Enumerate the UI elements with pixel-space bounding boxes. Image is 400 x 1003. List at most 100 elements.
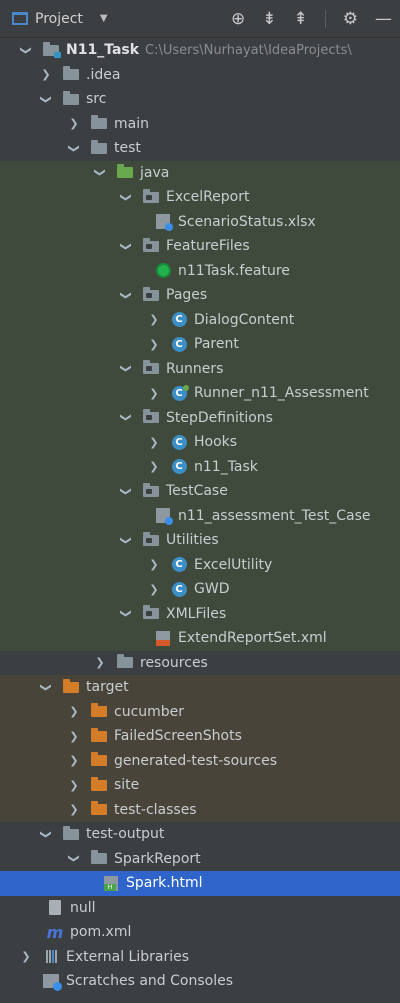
package-icon — [142, 237, 160, 253]
project-tree: ❯ N11_Task C:\Users\Nurhayat\IdeaProject… — [0, 38, 400, 994]
tree-node-scenariostatus[interactable]: ScenarioStatus.xlsx — [0, 209, 400, 234]
locate-icon[interactable]: ⊕ — [231, 9, 245, 29]
expand-arrow-icon[interactable]: ❯ — [120, 483, 133, 499]
collapse-all-icon[interactable]: ⇞ — [294, 9, 308, 29]
tree-node-project-root[interactable]: ❯ N11_Task C:\Users\Nurhayat\IdeaProject… — [0, 38, 400, 63]
tree-node-target[interactable]: ❯ target — [0, 675, 400, 700]
runnable-class-icon: C — [170, 385, 188, 401]
tree-node-testclasses[interactable]: ❯ test-classes — [0, 797, 400, 822]
expand-arrow-icon[interactable]: ❯ — [66, 779, 82, 792]
project-view-selector[interactable]: Project ▼ — [12, 11, 108, 27]
expand-arrow-icon[interactable]: ❯ — [146, 436, 162, 449]
folder-icon — [62, 825, 80, 841]
tree-node-resources[interactable]: ❯ resources — [0, 651, 400, 676]
tree-node-cucumber[interactable]: ❯ cucumber — [0, 699, 400, 724]
expand-arrow-icon[interactable]: ❯ — [40, 679, 53, 695]
expand-arrow-icon[interactable]: ❯ — [120, 361, 133, 377]
expand-arrow-icon[interactable]: ❯ — [120, 287, 133, 303]
package-icon — [142, 482, 160, 498]
tree-node-pages[interactable]: ❯ Pages — [0, 283, 400, 308]
tree-node-src[interactable]: ❯ src — [0, 87, 400, 112]
package-icon — [142, 286, 160, 302]
expand-arrow-icon[interactable]: ❯ — [40, 91, 53, 107]
tree-node-testcase-file[interactable]: n11_assessment_Test_Case — [0, 503, 400, 528]
expand-arrow-icon[interactable]: ❯ — [66, 803, 82, 816]
expand-arrow-icon[interactable]: ❯ — [146, 313, 162, 326]
expand-arrow-icon[interactable]: ❯ — [146, 387, 162, 400]
tree-node-runner[interactable]: ❯ C Runner_n11_Assessment — [0, 381, 400, 406]
expand-arrow-icon[interactable]: ❯ — [66, 730, 82, 743]
expand-arrow-icon[interactable]: ❯ — [66, 754, 82, 767]
expand-arrow-icon[interactable]: ❯ — [94, 165, 107, 181]
expand-arrow-icon[interactable]: ❯ — [146, 460, 162, 473]
gear-icon[interactable]: ⚙ — [343, 9, 358, 29]
tree-node-runners[interactable]: ❯ Runners — [0, 356, 400, 381]
tree-node-site[interactable]: ❯ site — [0, 773, 400, 798]
expand-arrow-icon[interactable]: ❯ — [120, 410, 133, 426]
node-label: n11Task.feature — [178, 262, 290, 279]
tree-node-scratches[interactable]: Scratches and Consoles — [0, 969, 400, 994]
expand-arrow-icon[interactable]: ❯ — [146, 583, 162, 596]
tree-node-sparkhtml[interactable]: Spark.html — [0, 871, 400, 896]
expand-arrow-icon[interactable]: ❯ — [92, 656, 108, 669]
expand-arrow-icon[interactable]: ❯ — [66, 705, 82, 718]
project-toolbar: Project ▼ ⊕ ⇟ ⇞ ⚙ — — [0, 0, 400, 38]
class-icon: C — [170, 336, 188, 352]
tree-node-testoutput[interactable]: ❯ test-output — [0, 822, 400, 847]
class-icon: C — [170, 459, 188, 475]
tree-node-gwd[interactable]: ❯ C GWD — [0, 577, 400, 602]
tree-node-feature[interactable]: n11Task.feature — [0, 258, 400, 283]
expand-arrow-icon[interactable]: ❯ — [66, 117, 82, 130]
expand-arrow-icon[interactable]: ❯ — [120, 238, 133, 254]
tree-node-testcase[interactable]: ❯ TestCase — [0, 479, 400, 504]
node-label: Pages — [166, 287, 208, 304]
expand-arrow-icon[interactable]: ❯ — [146, 558, 162, 571]
node-label: Runners — [166, 360, 224, 377]
tree-node-stepdefinitions[interactable]: ❯ StepDefinitions — [0, 405, 400, 430]
node-label: Scratches and Consoles — [66, 973, 233, 990]
tree-node-sparkreport[interactable]: ❯ SparkReport — [0, 847, 400, 872]
tree-node-main[interactable]: ❯ main — [0, 112, 400, 137]
tree-node-utilities[interactable]: ❯ Utilities — [0, 528, 400, 553]
tree-node-null[interactable]: null — [0, 896, 400, 921]
tree-node-test[interactable]: ❯ test — [0, 136, 400, 161]
tree-node-hooks[interactable]: ❯ C Hooks — [0, 430, 400, 455]
package-icon — [142, 531, 160, 547]
tree-node-excelreport[interactable]: ❯ ExcelReport — [0, 185, 400, 210]
tree-node-generated[interactable]: ❯ generated-test-sources — [0, 748, 400, 773]
node-label: Spark.html — [126, 875, 203, 892]
tree-node-parent[interactable]: ❯ C Parent — [0, 332, 400, 357]
tree-node-pom[interactable]: m pom.xml — [0, 920, 400, 945]
node-label: n11_Task — [194, 458, 258, 475]
tree-node-extlibs[interactable]: ❯ External Libraries — [0, 945, 400, 970]
xml-file-icon — [154, 630, 172, 646]
tree-node-dialogcontent[interactable]: ❯ C DialogContent — [0, 307, 400, 332]
expand-arrow-icon[interactable]: ❯ — [120, 532, 133, 548]
expand-arrow-icon[interactable]: ❯ — [68, 851, 81, 867]
expand-arrow-icon[interactable]: ❯ — [68, 140, 81, 156]
expand-arrow-icon[interactable]: ❯ — [20, 42, 33, 58]
node-label: Parent — [194, 336, 239, 353]
tree-node-n11task[interactable]: ❯ C n11_Task — [0, 454, 400, 479]
expand-arrow-icon[interactable]: ❯ — [146, 338, 162, 351]
tree-node-idea[interactable]: ❯ .idea — [0, 63, 400, 88]
expand-arrow-icon[interactable]: ❯ — [40, 826, 53, 842]
excluded-folder-icon — [90, 776, 108, 792]
node-label: FailedScreenShots — [114, 728, 242, 745]
node-label: null — [70, 899, 96, 916]
tree-node-java[interactable]: ❯ java — [0, 160, 400, 185]
expand-arrow-icon[interactable]: ❯ — [38, 68, 54, 81]
tree-node-extendreport[interactable]: ExtendReportSet.xml — [0, 626, 400, 651]
tree-node-featurefiles[interactable]: ❯ FeatureFiles — [0, 234, 400, 259]
expand-all-icon[interactable]: ⇟ — [262, 9, 276, 29]
minimize-icon[interactable]: — — [375, 9, 392, 29]
tree-node-xmlfiles[interactable]: ❯ XMLFiles — [0, 601, 400, 626]
expand-arrow-icon[interactable]: ❯ — [18, 950, 34, 963]
expand-arrow-icon[interactable]: ❯ — [120, 189, 133, 205]
node-label: test-output — [86, 826, 165, 843]
node-label: site — [114, 777, 140, 794]
tree-node-excelutility[interactable]: ❯ C ExcelUtility — [0, 552, 400, 577]
tree-node-failedscreenshots[interactable]: ❯ FailedScreenShots — [0, 724, 400, 749]
node-label: target — [86, 679, 129, 696]
expand-arrow-icon[interactable]: ❯ — [120, 606, 133, 622]
